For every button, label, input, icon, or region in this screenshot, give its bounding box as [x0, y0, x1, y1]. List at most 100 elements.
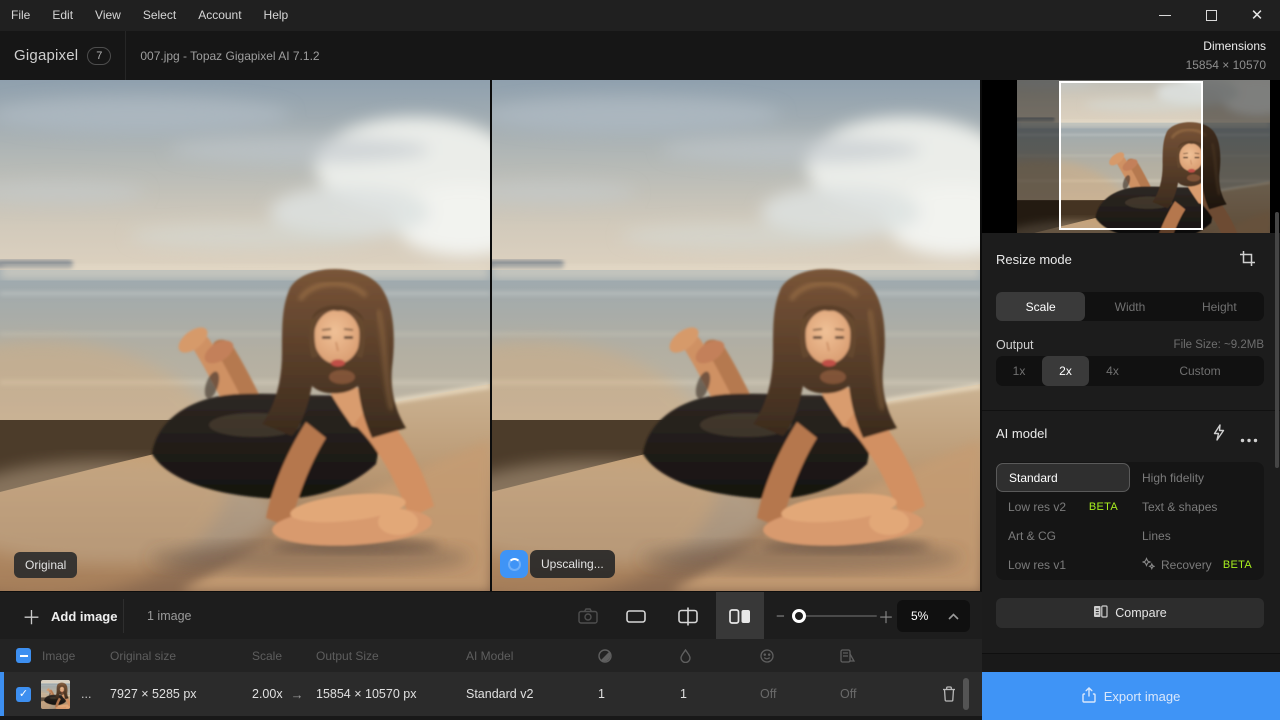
denoise-column-icon: [680, 649, 760, 663]
delete-row-button[interactable]: [926, 686, 982, 702]
compare-button[interactable]: Compare: [996, 598, 1264, 628]
model-low-res-v1[interactable]: Low res v1: [996, 550, 1130, 579]
lightning-icon[interactable]: [1212, 424, 1226, 446]
side-by-side-view-button[interactable]: [716, 592, 764, 640]
menu-edit[interactable]: Edit: [41, 0, 84, 31]
scale-2x[interactable]: 2x: [1042, 356, 1089, 386]
model-label: Low res v1: [1008, 558, 1066, 572]
sharpen-column-icon: [598, 649, 680, 663]
original-badge: Original: [14, 552, 77, 578]
compare-icon: [1093, 605, 1108, 621]
model-art-cg[interactable]: Art & CG: [996, 521, 1130, 550]
viewer-area: Original Upscaling...: [0, 80, 982, 591]
row-checkbox[interactable]: ✓: [16, 687, 31, 702]
split-view-button[interactable]: [664, 592, 712, 640]
model-label: Standard: [1009, 471, 1058, 485]
panel-lower-strip: [982, 654, 1280, 672]
add-image-label: Add image: [51, 609, 117, 624]
app-window: File Edit View Select Account Help ✕ Gig…: [0, 0, 1280, 720]
zoom-slider-knob[interactable]: [792, 609, 806, 623]
menu-bar: File Edit View Select Account Help ✕: [0, 0, 1280, 31]
compare-label: Compare: [1115, 606, 1166, 620]
scale-4x[interactable]: 4x: [1089, 356, 1136, 386]
bottom-toolbar: ＋ Add image 1 image − ＋ 5%: [0, 591, 982, 639]
more-options-icon[interactable]: [1240, 430, 1258, 448]
face-recovery-column-icon: [760, 649, 840, 663]
output-label: Output: [996, 338, 1034, 352]
model-text-shapes[interactable]: Text & shapes: [1130, 492, 1264, 521]
menu-help[interactable]: Help: [253, 0, 300, 31]
spinner-box: [500, 550, 528, 578]
ai-model-title: AI model: [996, 426, 1047, 441]
ai-model-grid: Standard High fidelity Low res v2BETA Te…: [996, 462, 1264, 580]
row-filename: ...: [81, 687, 91, 701]
menu-file[interactable]: File: [0, 0, 41, 31]
settings-panel: Resize mode Scale Width Height Output Fi…: [982, 80, 1280, 720]
model-lines[interactable]: Lines: [1130, 521, 1264, 550]
snapshot-camera-button[interactable]: [564, 592, 612, 640]
original-pane[interactable]: Original: [0, 80, 490, 591]
row-original-size: 7927 × 5285 px: [110, 687, 252, 701]
queue-row[interactable]: ✓ ... 7927 × 5285 px 2.00x → 15854 × 105…: [0, 672, 982, 716]
model-standard[interactable]: Standard: [996, 463, 1130, 492]
export-image-button[interactable]: Export image: [982, 672, 1280, 720]
zoom-in-button[interactable]: ＋: [878, 592, 894, 640]
sparkles-icon: [1142, 557, 1155, 573]
add-image-button[interactable]: ＋ Add image: [22, 592, 117, 640]
tab-scale[interactable]: Scale: [996, 292, 1085, 321]
model-recovery[interactable]: Recovery BETA: [1130, 550, 1264, 579]
menu-account[interactable]: Account: [187, 0, 252, 31]
model-label: Art & CG: [1008, 529, 1056, 543]
title-bar: Gigapixel 7 007.jpg - Topaz Gigapixel AI…: [0, 31, 1280, 80]
row-sharpen-value[interactable]: 1: [598, 687, 680, 701]
toolbar-divider: [123, 599, 124, 633]
zoom-value: 5%: [911, 609, 928, 623]
scale-custom[interactable]: Custom: [1136, 356, 1264, 386]
scale-1x[interactable]: 1x: [996, 356, 1042, 386]
minimize-icon: [1159, 15, 1171, 17]
row-scale[interactable]: 2.00x: [252, 687, 283, 701]
titlebar-divider: [125, 31, 126, 80]
minimize-button[interactable]: [1142, 0, 1188, 31]
maximize-button[interactable]: [1188, 0, 1234, 31]
upscaling-label: Upscaling...: [530, 550, 615, 578]
gamma-column-icon: [840, 649, 926, 663]
preview-photo: [492, 80, 980, 591]
preview-pane[interactable]: Upscaling...: [492, 80, 980, 591]
dimensions-value: 15854 × 10570: [1186, 56, 1266, 75]
nav-viewport-box[interactable]: [1059, 81, 1203, 230]
menu-select[interactable]: Select: [132, 0, 187, 31]
zoom-out-button[interactable]: −: [776, 592, 785, 640]
section-divider: [982, 410, 1280, 411]
table-bottom-strip: [0, 716, 982, 720]
tab-height[interactable]: Height: [1175, 292, 1264, 321]
row-denoise-value[interactable]: 1: [680, 687, 760, 701]
model-high-fidelity[interactable]: High fidelity: [1130, 463, 1264, 492]
select-all-checkbox[interactable]: [16, 648, 31, 663]
crop-icon[interactable]: [1239, 250, 1256, 272]
col-output-size: Output Size: [316, 649, 466, 663]
model-low-res-v2[interactable]: Low res v2BETA: [996, 492, 1130, 521]
row-face-recovery-value[interactable]: Off: [760, 687, 840, 701]
panel-scrollbar[interactable]: [1275, 212, 1279, 468]
single-view-button[interactable]: [612, 592, 660, 640]
model-label: Lines: [1142, 529, 1171, 543]
row-thumbnail: [41, 680, 70, 709]
tab-width[interactable]: Width: [1085, 292, 1174, 321]
app-version-badge[interactable]: 7: [87, 47, 111, 65]
zoom-slider-track[interactable]: [795, 615, 877, 617]
zoom-level-dropdown[interactable]: 5%: [897, 600, 970, 632]
maximize-icon: [1206, 10, 1217, 21]
row-gamma-value[interactable]: Off: [840, 687, 926, 701]
row-ai-model[interactable]: Standard v2: [466, 687, 598, 701]
table-scrollbar[interactable]: [963, 678, 969, 710]
navigation-thumbnail[interactable]: [982, 80, 1280, 233]
menu-view[interactable]: View: [84, 0, 132, 31]
indeterminate-icon: [20, 655, 28, 657]
original-photo: [0, 80, 490, 591]
resize-mode-title: Resize mode: [996, 252, 1072, 267]
document-title: 007.jpg - Topaz Gigapixel AI 7.1.2: [140, 49, 319, 63]
close-button[interactable]: ✕: [1234, 0, 1280, 31]
model-label: High fidelity: [1142, 471, 1204, 485]
image-count: 1 image: [147, 592, 191, 640]
